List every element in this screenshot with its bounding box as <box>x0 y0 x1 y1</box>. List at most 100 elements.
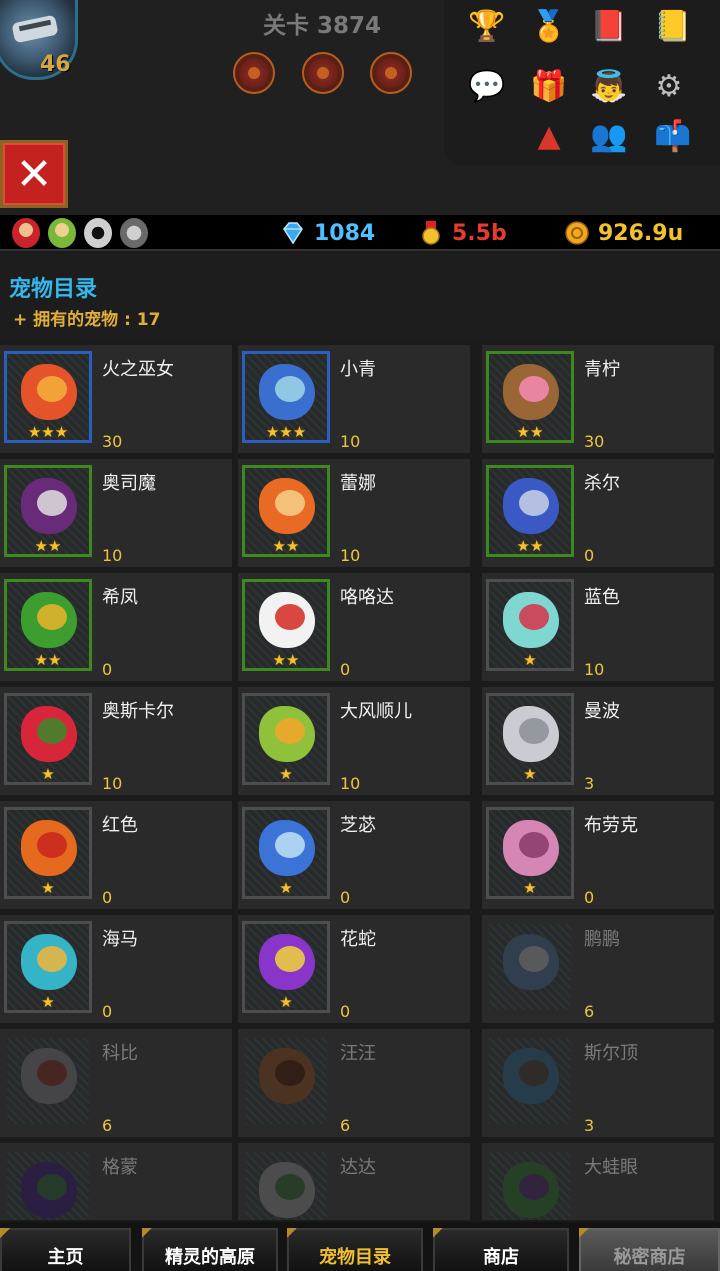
pet-card[interactable]: ★★ 奥司魔 10 <box>0 459 232 567</box>
tab-label: 宠物目录 <box>319 1247 391 1268</box>
tab-pet-catalog[interactable]: 宠物目录 <box>287 1228 423 1271</box>
pet-card[interactable]: ★ 红色 0 <box>0 801 232 909</box>
pet-card[interactable]: ★ 布劳克 0 <box>482 801 714 909</box>
pet-detail-shape <box>519 946 549 972</box>
pet-star-rating: ★ <box>41 993 55 1011</box>
pet-count: 6 <box>584 1002 595 1021</box>
settings-gear-icon[interactable]: ⚙ <box>646 64 692 110</box>
pet-card[interactable]: ★★ 杀尔 0 <box>482 459 714 567</box>
pet-portrait: ★ <box>486 579 574 671</box>
angel-icon[interactable]: 👼 <box>586 64 632 110</box>
pet-name: 大风顺儿 <box>340 701 412 722</box>
pet-name: 达达 <box>340 1157 376 1178</box>
gift-box-icon[interactable]: 🎁 <box>526 64 572 110</box>
pet-detail-shape <box>37 718 67 744</box>
tab-label: 秘密商店 <box>613 1247 686 1268</box>
pet-portrait <box>242 1149 330 1220</box>
pet-detail-shape <box>275 490 305 516</box>
pet-card[interactable]: ★ 芝苾 0 <box>238 801 470 909</box>
pet-count: 10 <box>102 546 123 565</box>
pet-card[interactable]: 汪汪 6 <box>238 1029 470 1137</box>
hero-book-icon[interactable]: 📕 <box>586 4 632 50</box>
pet-detail-shape <box>519 832 549 858</box>
pet-detail-shape <box>519 604 549 630</box>
pet-card[interactable]: ★★★ 火之巫女 30 <box>0 345 232 453</box>
resource-bar: 1084 5.5b 926.9u <box>0 215 720 251</box>
hero-mini-avatar-1[interactable] <box>12 218 40 248</box>
pet-card[interactable]: ★★★ 小青 10 <box>238 345 470 453</box>
pet-grid[interactable]: ★★★ 火之巫女 30 ★★★ 小青 10 ★★ 青柠 30 ★★ 奥司魔 10 ★★ 蕾娜 10 ★★ 杀尔 0… <box>0 345 720 1220</box>
pet-portrait: ★★ <box>4 465 92 557</box>
pet-count: 0 <box>340 888 351 907</box>
pet-name: 杀尔 <box>584 473 620 494</box>
tab-secret-shop[interactable]: 秘密商店 <box>579 1228 720 1271</box>
hero-mini-avatar-2[interactable] <box>48 218 76 248</box>
pet-portrait: ★★★ <box>4 351 92 443</box>
pet-count: 0 <box>340 660 351 679</box>
pet-name: 科比 <box>102 1043 138 1064</box>
tab-label: 主页 <box>47 1247 84 1268</box>
friends-icon[interactable]: 👥 <box>586 114 632 160</box>
pet-star-rating: ★★ <box>272 651 300 669</box>
close-button[interactable]: ✕ <box>0 140 68 208</box>
pet-card[interactable]: 鹏鹏 6 <box>482 915 714 1023</box>
pet-portrait: ★ <box>4 693 92 785</box>
pet-name: 咯咯达 <box>340 587 394 608</box>
tab-spirit-highland[interactable]: 精灵的高原 <box>142 1228 278 1271</box>
pet-name: 奥司魔 <box>102 473 156 494</box>
pet-name: 布劳克 <box>584 815 638 836</box>
pet-star-rating: ★ <box>41 879 55 897</box>
pet-portrait: ★ <box>486 693 574 785</box>
pet-card[interactable]: ★★ 希凤 0 <box>0 573 232 681</box>
pet-portrait <box>486 1035 574 1127</box>
pet-detail-shape <box>275 718 305 744</box>
quest-book-icon[interactable]: 📒 <box>650 4 696 50</box>
pet-portrait: ★★ <box>4 579 92 671</box>
close-icon: ✕ <box>15 148 53 200</box>
pet-portrait: ★★★ <box>242 351 330 443</box>
pet-detail-shape <box>519 376 549 402</box>
pet-card[interactable]: 格蒙 <box>0 1143 232 1220</box>
pet-detail-shape <box>275 604 305 630</box>
pet-card[interactable]: ★ 蓝色 10 <box>482 573 714 681</box>
chat-icon[interactable]: 💬 <box>464 64 510 110</box>
pet-portrait: ★ <box>242 807 330 899</box>
pet-card[interactable]: 斯尔顶 3 <box>482 1029 714 1137</box>
hero-mini-avatar-3[interactable] <box>84 218 112 248</box>
pet-card[interactable]: ★ 大风顺儿 10 <box>238 687 470 795</box>
pet-card[interactable]: ★★ 青柠 30 <box>482 345 714 453</box>
pet-portrait: ★ <box>242 693 330 785</box>
pet-card[interactable]: ★ 海马 0 <box>0 915 232 1023</box>
warning-triangle-icon[interactable]: ▲ <box>526 114 572 160</box>
gem-amount: 1084 <box>314 220 376 246</box>
pet-card[interactable]: ★★ 蕾娜 10 <box>238 459 470 567</box>
tab-home[interactable]: 主页 <box>0 1228 131 1271</box>
medal-icon <box>418 220 444 246</box>
pet-count: 6 <box>102 1116 113 1135</box>
tab-shop[interactable]: 商店 <box>433 1228 569 1271</box>
pet-card[interactable]: ★ 花蛇 0 <box>238 915 470 1023</box>
pet-count: 0 <box>584 546 595 565</box>
pet-detail-shape <box>37 1174 67 1200</box>
pet-card[interactable]: 大蛙眼 <box>482 1143 714 1220</box>
pet-count: 0 <box>102 660 113 679</box>
pet-name: 格蒙 <box>102 1157 138 1178</box>
trophy-icon[interactable]: 🏆 <box>464 4 510 50</box>
hero-mini-avatar-4[interactable] <box>120 218 148 248</box>
pet-detail-shape <box>519 718 549 744</box>
pet-portrait <box>486 921 574 1013</box>
pet-detail-shape <box>37 376 67 402</box>
pet-count: 0 <box>102 888 113 907</box>
pet-card[interactable]: ★ 曼波 3 <box>482 687 714 795</box>
pet-name: 青柠 <box>584 359 620 380</box>
pet-card[interactable]: ★★ 咯咯达 0 <box>238 573 470 681</box>
ranking-podium-icon[interactable]: 🏅 <box>526 4 572 50</box>
pet-name: 汪汪 <box>340 1043 376 1064</box>
pet-card[interactable]: 达达 <box>238 1143 470 1220</box>
pet-card[interactable]: 科比 6 <box>0 1029 232 1137</box>
stage-progress-coin-2 <box>302 52 344 94</box>
mailbox-icon[interactable]: 📫 <box>650 114 696 160</box>
pet-card[interactable]: ★ 奥斯卡尔 10 <box>0 687 232 795</box>
pet-star-rating: ★ <box>523 765 537 783</box>
pet-star-rating: ★ <box>279 879 293 897</box>
